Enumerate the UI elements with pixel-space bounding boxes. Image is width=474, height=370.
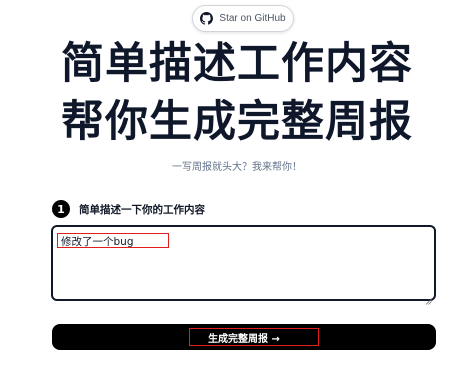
star-on-github-label: Star on GitHub [219,13,286,24]
resize-handle-icon[interactable] [425,290,432,305]
work-description-input[interactable]: 修改了一个bug [53,227,434,299]
work-description-container: 修改了一个bug [51,225,436,305]
step-number-badge: 1 [52,200,70,218]
star-on-github-button[interactable]: Star on GitHub [192,5,294,32]
generate-report-label: 生成完整周报 → [208,333,280,345]
hero-subtitle: 一写周报就头大？我来帮你！ [172,162,302,173]
page: Star on GitHub 简单描述工作内容 帮你生成完整周报 一写周报就头大… [0,0,474,370]
github-icon [200,12,214,25]
generate-report-button[interactable]: 生成完整周报 → [52,324,436,350]
hero-title-line-2: 帮你生成完整周报 [61,97,413,147]
step-1-header: 1 简单描述一下你的工作内容 [52,200,205,218]
step-1-label: 简单描述一下你的工作内容 [79,203,205,216]
hero-title-line-1: 简单描述工作内容 [61,39,413,89]
